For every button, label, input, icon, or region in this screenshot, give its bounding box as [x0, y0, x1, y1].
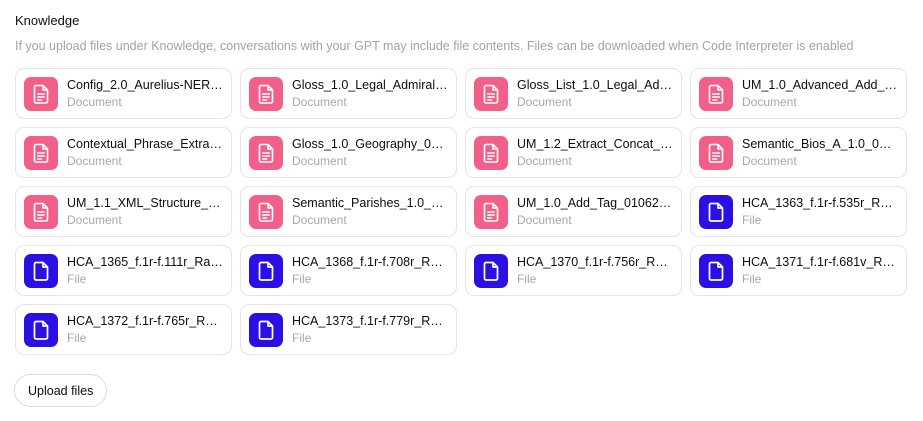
- document-icon: [699, 76, 733, 111]
- file-type: Document: [517, 213, 572, 227]
- document-icon: [24, 76, 58, 111]
- file-type: Document: [517, 95, 572, 109]
- file-type: File: [742, 213, 762, 227]
- file-icon: [249, 312, 283, 347]
- file-text: Gloss_List_1.0_Legal_Admi... Document: [517, 77, 673, 110]
- file-icon: [24, 312, 58, 347]
- document-icon: [24, 194, 58, 229]
- document-icon: [24, 135, 58, 170]
- file-text: Semantic_Bios_A_1.0_020... Document: [742, 136, 898, 169]
- file-text: Config_2.0_Aurelius-NER_... Document: [67, 77, 223, 110]
- file-text: HCA_1372_f.1r-f.765r_Raw... File: [67, 313, 223, 346]
- document-icon: [249, 194, 283, 229]
- file-type: File: [292, 331, 312, 345]
- document-icon: [474, 76, 508, 111]
- document-icon: [474, 135, 508, 170]
- knowledge-title: Knowledge: [15, 13, 80, 28]
- document-icon: [474, 194, 508, 229]
- file-type: Document: [742, 95, 797, 109]
- document-icon: [699, 135, 733, 170]
- file-card-8[interactable]: Semantic_Bios_A_1.0_020... Document: [690, 127, 907, 178]
- file-card-17[interactable]: HCA_1372_f.1r-f.765r_Raw... File: [15, 304, 232, 355]
- file-icon: [699, 253, 733, 288]
- document-icon: [249, 76, 283, 111]
- file-type: Document: [67, 95, 122, 109]
- file-text: UM_1.1_XML_Structure_M... Document: [67, 195, 223, 228]
- file-type: File: [67, 272, 87, 286]
- file-card-11[interactable]: UM_1.0_Add_Tag_0106202... Document: [465, 186, 682, 237]
- knowledge-description: If you upload files under Knowledge, con…: [15, 39, 854, 53]
- file-card-16[interactable]: HCA_1371_f.1r-f.681v_Raw_... File: [690, 245, 907, 296]
- file-type: File: [517, 272, 537, 286]
- file-icon: [699, 194, 733, 229]
- file-name: Gloss_1.0_Legal_Admiralty...: [292, 78, 448, 92]
- file-text: HCA_1368_f.1r-f.708r_Raw... File: [292, 254, 448, 287]
- file-name: HCA_1368_f.1r-f.708r_Raw...: [292, 255, 448, 269]
- file-name: HCA_1370_f.1r-f.756r_Raw...: [517, 255, 673, 269]
- file-card-6[interactable]: Gloss_1.0_Geography_020... Document: [240, 127, 457, 178]
- file-text: UM_1.0_Advanced_Add_T... Document: [742, 77, 898, 110]
- file-name: Gloss_1.0_Geography_020...: [292, 137, 448, 151]
- file-name: UM_1.2_Extract_Concat_fr...: [517, 137, 673, 151]
- file-text: HCA_1370_f.1r-f.756r_Raw... File: [517, 254, 673, 287]
- file-text: HCA_1373_f.1r-f.779r_Raw... File: [292, 313, 448, 346]
- file-name: UM_1.0_Add_Tag_0106202...: [517, 196, 673, 210]
- file-name: Gloss_List_1.0_Legal_Admi...: [517, 78, 673, 92]
- file-type: File: [67, 331, 87, 345]
- file-card-1[interactable]: Config_2.0_Aurelius-NER_... Document: [15, 68, 232, 119]
- upload-files-button[interactable]: Upload files: [14, 374, 108, 407]
- file-name: UM_1.0_Advanced_Add_T...: [742, 78, 898, 92]
- file-text: HCA_1363_f.1r-f.535r_Raw... File: [742, 195, 898, 228]
- file-type: Document: [292, 95, 347, 109]
- file-type: Document: [67, 213, 122, 227]
- file-text: Contextual_Phrase_Extrac... Document: [67, 136, 223, 169]
- file-card-4[interactable]: UM_1.0_Advanced_Add_T... Document: [690, 68, 907, 119]
- file-card-2[interactable]: Gloss_1.0_Legal_Admiralty... Document: [240, 68, 457, 119]
- file-card-13[interactable]: HCA_1365_f.1r-f.111r_Raw_... File: [15, 245, 232, 296]
- file-name: HCA_1371_f.1r-f.681v_Raw_...: [742, 255, 898, 269]
- file-type: Document: [292, 213, 347, 227]
- file-text: UM_1.2_Extract_Concat_fr... Document: [517, 136, 673, 169]
- file-name: UM_1.1_XML_Structure_M...: [67, 196, 223, 210]
- file-name: Semantic_Parishes_1.0_Lo...: [292, 196, 448, 210]
- file-text: HCA_1365_f.1r-f.111r_Raw_... File: [67, 254, 223, 287]
- file-name: HCA_1363_f.1r-f.535r_Raw...: [742, 196, 898, 210]
- file-name: HCA_1372_f.1r-f.765r_Raw...: [67, 314, 223, 328]
- file-card-7[interactable]: UM_1.2_Extract_Concat_fr... Document: [465, 127, 682, 178]
- file-type: File: [742, 272, 762, 286]
- file-name: HCA_1373_f.1r-f.779r_Raw...: [292, 314, 448, 328]
- file-card-15[interactable]: HCA_1370_f.1r-f.756r_Raw... File: [465, 245, 682, 296]
- file-type: File: [292, 272, 312, 286]
- knowledge-section: Knowledge If you upload files under Know…: [15, 12, 915, 54]
- file-icon: [474, 253, 508, 288]
- file-card-10[interactable]: Semantic_Parishes_1.0_Lo... Document: [240, 186, 457, 237]
- file-type: Document: [67, 154, 122, 168]
- file-name: Config_2.0_Aurelius-NER_...: [67, 78, 223, 92]
- file-text: HCA_1371_f.1r-f.681v_Raw_... File: [742, 254, 898, 287]
- file-card-3[interactable]: Gloss_List_1.0_Legal_Admi... Document: [465, 68, 682, 119]
- file-icon: [249, 253, 283, 288]
- file-card-14[interactable]: HCA_1368_f.1r-f.708r_Raw... File: [240, 245, 457, 296]
- file-icon: [24, 253, 58, 288]
- file-type: Document: [742, 154, 797, 168]
- file-card-12[interactable]: HCA_1363_f.1r-f.535r_Raw... File: [690, 186, 907, 237]
- file-type: Document: [292, 154, 347, 168]
- file-name: HCA_1365_f.1r-f.111r_Raw_...: [67, 255, 223, 269]
- file-text: UM_1.0_Add_Tag_0106202... Document: [517, 195, 673, 228]
- document-icon: [249, 135, 283, 170]
- file-text: Semantic_Parishes_1.0_Lo... Document: [292, 195, 448, 228]
- file-name: Semantic_Bios_A_1.0_020...: [742, 137, 898, 151]
- file-type: Document: [517, 154, 572, 168]
- file-text: Gloss_1.0_Geography_020... Document: [292, 136, 448, 169]
- knowledge-file-grid: Config_2.0_Aurelius-NER_... Document Glo…: [15, 68, 907, 355]
- file-text: Gloss_1.0_Legal_Admiralty... Document: [292, 77, 448, 110]
- file-name: Contextual_Phrase_Extrac...: [67, 137, 223, 151]
- file-card-18[interactable]: HCA_1373_f.1r-f.779r_Raw... File: [240, 304, 457, 355]
- file-card-9[interactable]: UM_1.1_XML_Structure_M... Document: [15, 186, 232, 237]
- file-card-5[interactable]: Contextual_Phrase_Extrac... Document: [15, 127, 232, 178]
